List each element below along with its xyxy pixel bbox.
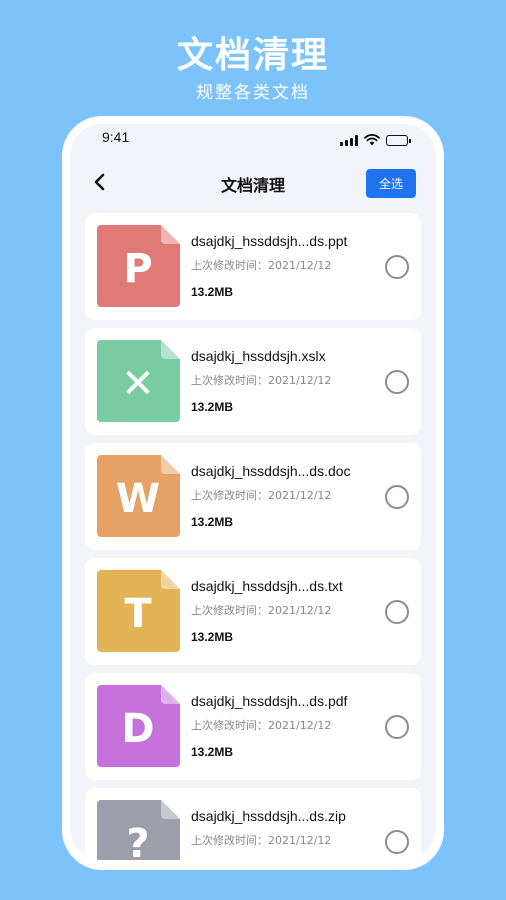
select-radio-button[interactable] [385,830,409,854]
svg-text:P: P [123,246,152,292]
svg-text:W: W [116,476,160,522]
select-radio-button[interactable] [385,600,409,624]
file-size: 13.2MB [191,745,234,759]
select-radio-button[interactable] [385,255,409,279]
unknown-file-icon: ? [97,800,180,860]
file-size: 13.2MB [191,515,234,529]
file-modified-time: 上次修改时间：2021/12/12 [191,604,332,617]
file-card[interactable]: T dsajdkj_hssddsjh...ds.txt 上次修改时间：2021/… [85,558,421,665]
status-bar: 9:41 [70,124,436,154]
cellular-signal-icon [340,135,358,146]
wifi-icon [364,134,380,146]
select-radio-button[interactable] [385,370,409,394]
promo-subtitle: 规整各类文档 [196,83,310,103]
app-screen: 9:41 文档清理 全选 P dsajdkj_hssddsjh...ds.ppt… [70,124,436,860]
file-modified-time: 上次修改时间：2021/12/12 [191,259,332,272]
file-modified-time: 上次修改时间：2021/12/12 [191,374,332,387]
ppt-file-icon: P [97,225,180,307]
select-all-button[interactable]: 全选 [366,169,416,198]
status-icons [340,134,411,146]
file-size: 13.2MB [191,285,234,299]
file-name: dsajdkj_hssddsjh...ds.doc [191,463,351,479]
file-name: dsajdkj_hssddsjh.xslx [191,348,326,364]
file-card[interactable]: P dsajdkj_hssddsjh...ds.ppt 上次修改时间：2021/… [85,213,421,320]
status-time: 9:41 [102,129,130,145]
svg-text:D: D [121,706,154,752]
file-modified-time: 上次修改时间：2021/12/12 [191,834,332,847]
file-size: 13.2MB [191,630,234,644]
word-file-icon: W [97,455,180,537]
select-radio-button[interactable] [385,715,409,739]
battery-icon [386,135,411,146]
file-modified-time: 上次修改时间：2021/12/12 [191,719,332,732]
phone-frame: 9:41 文档清理 全选 P dsajdkj_hssddsjh...ds.ppt… [62,116,444,870]
nav-bar: 文档清理 全选 [70,162,436,202]
file-list: P dsajdkj_hssddsjh...ds.ppt 上次修改时间：2021/… [85,213,421,860]
pdf-file-icon: D [97,685,180,767]
excel-file-icon: ✕ [97,340,180,422]
file-name: dsajdkj_hssddsjh...ds.pdf [191,693,348,709]
file-card[interactable]: ? dsajdkj_hssddsjh...ds.zip 上次修改时间：2021/… [85,788,421,860]
file-name: dsajdkj_hssddsjh...ds.ppt [191,233,348,249]
file-card[interactable]: W dsajdkj_hssddsjh...ds.doc 上次修改时间：2021/… [85,443,421,550]
file-card[interactable]: ✕ dsajdkj_hssddsjh.xslx 上次修改时间：2021/12/1… [85,328,421,435]
file-size: 13.2MB [191,400,234,414]
file-modified-time: 上次修改时间：2021/12/12 [191,489,332,502]
file-card[interactable]: D dsajdkj_hssddsjh...ds.pdf 上次修改时间：2021/… [85,673,421,780]
svg-text:?: ? [126,821,149,860]
promo-title: 文档清理 [176,35,329,76]
txt-file-icon: T [97,570,180,652]
file-name: dsajdkj_hssddsjh...ds.txt [191,578,343,594]
svg-text:✕: ✕ [121,361,155,407]
file-name: dsajdkj_hssddsjh...ds.zip [191,808,346,824]
svg-text:T: T [124,591,152,637]
select-radio-button[interactable] [385,485,409,509]
